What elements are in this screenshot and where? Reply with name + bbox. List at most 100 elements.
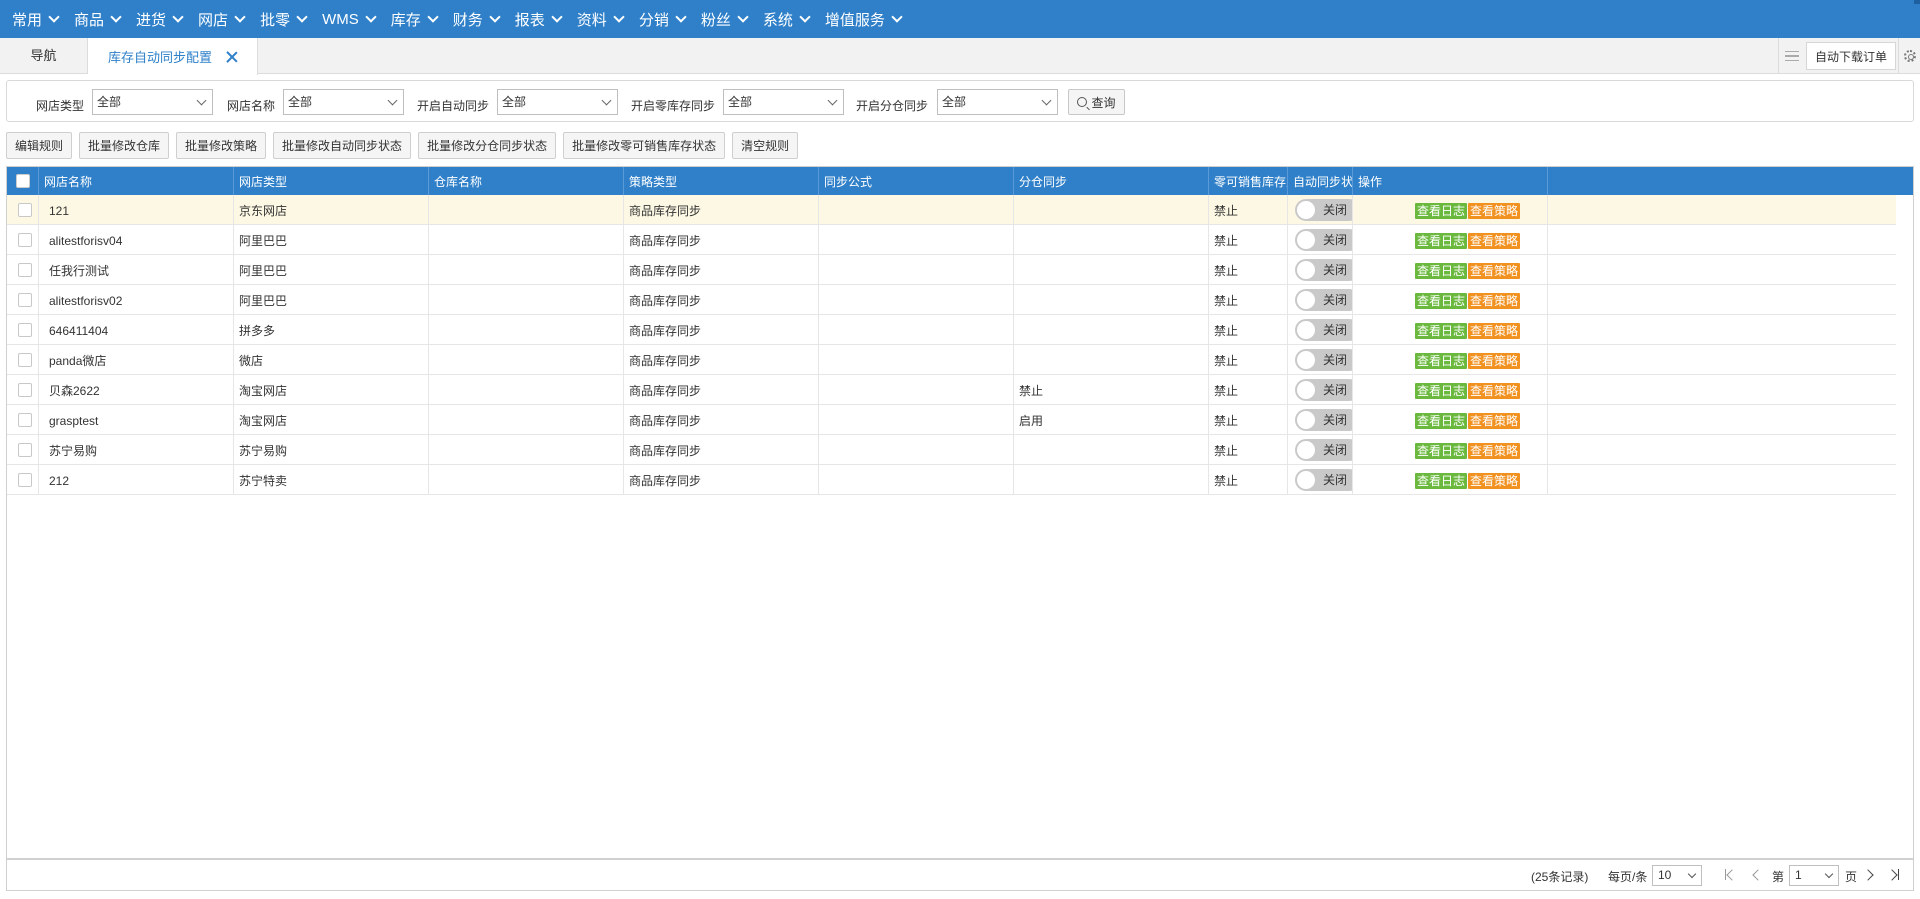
list-icon[interactable]	[1777, 38, 1806, 74]
row-checkbox[interactable]	[18, 293, 32, 307]
table-row[interactable]: 任我行测试 阿里巴巴 商品库存同步 禁止 关闭 查看日志 查看策略	[7, 255, 1896, 285]
row-checkbox[interactable]	[18, 203, 32, 217]
view-log-button[interactable]: 查看日志	[1415, 203, 1468, 219]
auto-download-orders-button[interactable]: 自动下载订单	[1805, 42, 1896, 70]
batch-edit-auto-sync-button[interactable]: 批量修改自动同步状态	[273, 132, 412, 159]
menu-item[interactable]: 进货	[128, 0, 190, 38]
column-header[interactable]: 仓库名称	[429, 167, 624, 195]
auto-sync-toggle[interactable]: 关闭	[1295, 259, 1352, 281]
column-header[interactable]: 操作	[1353, 167, 1548, 195]
view-log-button[interactable]: 查看日志	[1415, 353, 1468, 369]
batch-edit-split-sync-button[interactable]: 批量修改分仓同步状态	[418, 132, 557, 159]
split-sync-select[interactable]: 全部	[937, 89, 1058, 115]
row-checkbox[interactable]	[18, 353, 32, 367]
auto-sync-toggle[interactable]: 关闭	[1295, 199, 1352, 221]
menu-item[interactable]: 财务	[445, 0, 507, 38]
view-log-button[interactable]: 查看日志	[1415, 383, 1468, 399]
auto-sync-toggle[interactable]: 关闭	[1295, 289, 1352, 311]
batch-edit-strategy-button[interactable]: 批量修改策略	[176, 132, 267, 159]
view-log-button[interactable]: 查看日志	[1415, 263, 1468, 279]
menu-item[interactable]: 库存	[383, 0, 445, 38]
column-header[interactable]: 零可销售库存则	[1209, 167, 1288, 195]
table-row[interactable]: 苏宁易购 苏宁易购 商品库存同步 禁止 关闭 查看日志 查看策略	[7, 435, 1896, 465]
row-checkbox[interactable]	[18, 263, 32, 277]
menu-item[interactable]: 分销	[631, 0, 693, 38]
view-log-button[interactable]: 查看日志	[1415, 323, 1468, 339]
first-page-icon[interactable]	[1723, 868, 1737, 882]
batch-edit-warehouse-button[interactable]: 批量修改仓库	[79, 132, 170, 159]
query-button[interactable]: 查询	[1068, 89, 1125, 115]
view-strategy-button[interactable]: 查看策略	[1468, 443, 1521, 459]
menu-item[interactable]: 系统	[755, 0, 817, 38]
menu-item[interactable]: 商品	[66, 0, 128, 38]
auto-sync-toggle[interactable]: 关闭	[1295, 319, 1352, 341]
row-checkbox[interactable]	[18, 473, 32, 487]
clear-rule-button[interactable]: 清空规则	[732, 132, 799, 159]
row-checkbox[interactable]	[18, 413, 32, 427]
gear-icon[interactable]	[1898, 38, 1920, 74]
edit-rule-button[interactable]: 编辑规则	[6, 132, 73, 159]
menu-item[interactable]: 批零	[252, 0, 314, 38]
last-page-icon[interactable]	[1887, 868, 1901, 882]
row-checkbox[interactable]	[18, 233, 32, 247]
view-strategy-button[interactable]: 查看策略	[1468, 323, 1521, 339]
column-header[interactable]: 策略类型	[624, 167, 819, 195]
table-row[interactable]: panda微店 微店 商品库存同步 禁止 关闭 查看日志 查看策略	[7, 345, 1896, 375]
table-row[interactable]: grasptest 淘宝网店 商品库存同步 启用 禁止 关闭 查看日志 查看策略	[7, 405, 1896, 435]
shop-name-select[interactable]: 全部	[283, 89, 404, 115]
column-header[interactable]: 网店类型	[234, 167, 429, 195]
column-header[interactable]: 分仓同步	[1014, 167, 1209, 195]
auto-sync-toggle[interactable]: 关闭	[1295, 469, 1352, 491]
view-strategy-button[interactable]: 查看策略	[1468, 293, 1521, 309]
batch-edit-zero-stock-button[interactable]: 批量修改零可销售库存状态	[563, 132, 726, 159]
zero-stock-sync-select[interactable]: 全部	[723, 89, 844, 115]
table-row[interactable]: alitestforisv02 阿里巴巴 商品库存同步 禁止 关闭 查看日志 查看策略	[7, 285, 1896, 315]
menu-item[interactable]: 报表	[507, 0, 569, 38]
menu-item[interactable]: 资料	[569, 0, 631, 38]
column-header[interactable]: 同步公式	[819, 167, 1014, 195]
close-icon[interactable]	[226, 51, 238, 63]
auto-sync-select[interactable]: 全部	[497, 89, 618, 115]
view-log-button[interactable]: 查看日志	[1415, 233, 1468, 249]
view-strategy-button[interactable]: 查看策略	[1468, 413, 1521, 429]
table-row[interactable]: 646411404 拼多多 商品库存同步 禁止 关闭 查看日志 查看策略	[7, 315, 1896, 345]
view-strategy-button[interactable]: 查看策略	[1468, 353, 1521, 369]
row-checkbox[interactable]	[18, 323, 32, 337]
view-log-button[interactable]: 查看日志	[1415, 293, 1468, 309]
auto-sync-toggle[interactable]: 关闭	[1295, 439, 1352, 461]
column-header[interactable]: 网店名称	[39, 167, 234, 195]
auto-sync-toggle[interactable]: 关闭	[1295, 349, 1352, 371]
table-row[interactable]: 121 京东网店 商品库存同步 禁止 关闭 查看日志 查看策略	[7, 195, 1896, 225]
table-row[interactable]: 212 苏宁特卖 商品库存同步 禁止 关闭 查看日志 查看策略	[7, 465, 1896, 495]
column-header[interactable]: 自动同步状态	[1288, 167, 1353, 195]
menu-item[interactable]: 粉丝	[693, 0, 755, 38]
view-strategy-button[interactable]: 查看策略	[1468, 383, 1521, 399]
per-page-select[interactable]: 10	[1652, 865, 1702, 886]
view-log-button[interactable]: 查看日志	[1415, 413, 1468, 429]
auto-sync-toggle[interactable]: 关闭	[1295, 379, 1352, 401]
view-log-button[interactable]: 查看日志	[1415, 443, 1468, 459]
table-row[interactable]: 贝森2622 淘宝网店 商品库存同步 禁止 禁止 关闭 查看日志 查看策略	[7, 375, 1896, 405]
view-strategy-button[interactable]: 查看策略	[1468, 203, 1521, 219]
view-strategy-button[interactable]: 查看策略	[1468, 263, 1521, 279]
cell-split: 启用	[1014, 405, 1209, 435]
tab-stock-sync-config[interactable]: 库存自动同步配置	[88, 38, 258, 75]
select-all-checkbox[interactable]	[16, 174, 30, 188]
menu-item[interactable]: 网店	[190, 0, 252, 38]
view-strategy-button[interactable]: 查看策略	[1468, 233, 1521, 249]
shop-type-select[interactable]: 全部	[92, 89, 213, 115]
menu-item[interactable]: 增值服务	[817, 0, 909, 38]
row-checkbox[interactable]	[18, 383, 32, 397]
row-checkbox[interactable]	[18, 443, 32, 457]
menu-item[interactable]: WMS	[314, 0, 383, 38]
view-strategy-button[interactable]: 查看策略	[1468, 473, 1521, 489]
prev-page-icon[interactable]	[1749, 868, 1763, 882]
next-page-icon[interactable]	[1863, 868, 1877, 882]
table-row[interactable]: alitestforisv04 阿里巴巴 商品库存同步 禁止 关闭 查看日志 查看策略	[7, 225, 1896, 255]
tab-navigation[interactable]: 导航	[0, 38, 88, 74]
auto-sync-toggle[interactable]: 关闭	[1295, 229, 1352, 251]
view-log-button[interactable]: 查看日志	[1415, 473, 1468, 489]
page-number-select[interactable]: 1	[1789, 865, 1839, 886]
menu-item[interactable]: 常用	[4, 0, 66, 38]
auto-sync-toggle[interactable]: 关闭	[1295, 409, 1352, 431]
